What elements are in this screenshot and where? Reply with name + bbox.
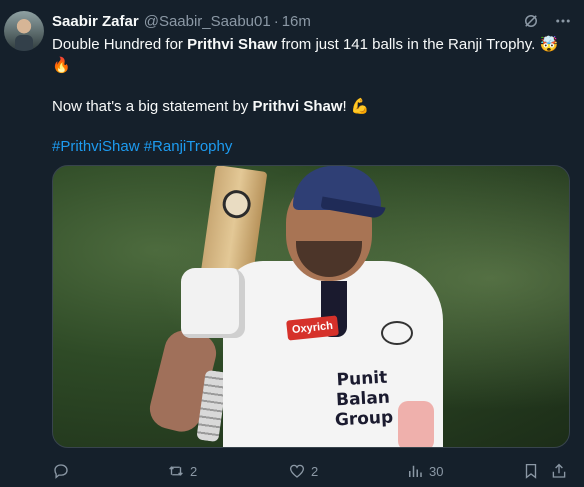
fire-emoji: 🔥 — [52, 56, 71, 74]
like-count: 2 — [311, 463, 319, 479]
retweet-icon — [167, 462, 185, 480]
hashtags: #PrithviShaw #RanjiTrophy — [52, 137, 576, 157]
bookmark-icon — [522, 462, 540, 480]
tweet-photo[interactable]: Oxyrich Punit Balan Group — [52, 165, 570, 448]
tweet-line-1: Double Hundred for Prithvi Shaw from jus… — [52, 34, 576, 55]
views-button[interactable]: 30 — [406, 462, 443, 480]
line2-bold: Prithvi Shaw — [252, 98, 343, 115]
views-icon — [406, 462, 424, 480]
views-count: 30 — [429, 463, 444, 479]
tweet-line-2: Now that's a big statement by Prithvi Sh… — [52, 96, 576, 117]
tweet-text: Double Hundred for Prithvi Shaw from jus… — [52, 34, 576, 157]
batting-glove — [181, 268, 245, 338]
share-icon — [550, 462, 568, 480]
like-button[interactable]: 2 — [288, 462, 318, 480]
line1-post: from just 141 balls in the Ranji Trophy. — [277, 36, 536, 53]
hashtag-ranjitrophy[interactable]: #RanjiTrophy — [144, 138, 233, 155]
tweet-header: Saabir Zafar @Saabir_Saabu01 · 16m — [52, 11, 311, 31]
separator: · — [273, 12, 279, 30]
hashtag-prithvishaw[interactable]: #PrithviShaw — [52, 138, 140, 155]
author-handle[interactable]: @Saabir_Saabu01 — [144, 13, 271, 30]
flexed-biceps-emoji: 💪 — [350, 97, 370, 115]
reply-button[interactable] — [52, 462, 75, 480]
like-icon — [288, 462, 306, 480]
line1-bold: Prithvi Shaw — [187, 36, 278, 53]
retweet-button[interactable]: 2 — [167, 462, 197, 480]
author-name[interactable]: Saabir Zafar — [52, 13, 139, 30]
grok-icon[interactable] — [522, 12, 540, 30]
line2-post: ! — [342, 98, 347, 115]
line2-pre: Now that's a big statement by — [52, 98, 253, 115]
bookmark-button[interactable] — [522, 462, 540, 480]
sponsor-logo — [381, 321, 413, 345]
share-button[interactable] — [550, 462, 568, 480]
more-icon[interactable] — [554, 12, 572, 30]
header-actions — [522, 12, 572, 30]
avatar[interactable] — [4, 11, 44, 51]
reply-icon — [52, 462, 70, 480]
tweet-line-1b: 🔥 — [52, 55, 576, 76]
line1-pre: Double Hundred for — [52, 36, 188, 53]
exploding-head-emoji: 🤯 — [539, 35, 559, 53]
tweet-actions: 2 2 30 — [52, 459, 570, 483]
jersey-sponsor-text: Punit Balan Group — [334, 367, 394, 431]
retweet-count: 2 — [190, 463, 198, 479]
timestamp[interactable]: 16m — [282, 13, 311, 30]
